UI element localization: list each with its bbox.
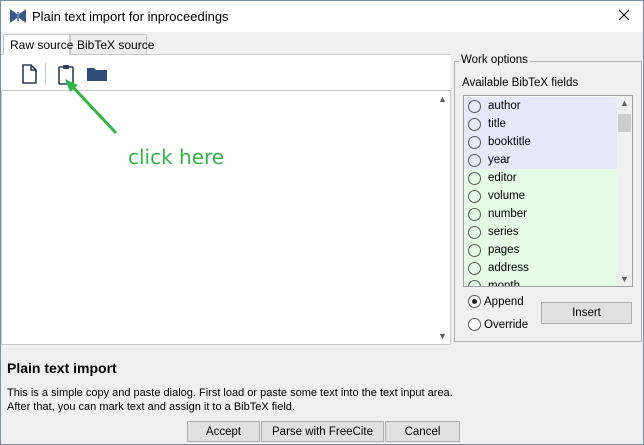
field-item-volume[interactable]: volume <box>464 187 617 205</box>
field-radio-icon[interactable] <box>468 99 481 113</box>
field-radio-icon[interactable] <box>468 261 481 275</box>
cancel-button[interactable]: Cancel <box>385 421 460 442</box>
field-label: volume <box>488 190 526 202</box>
jabref-logo-icon <box>9 8 27 24</box>
scroll-down-icon[interactable]: ▼ <box>438 331 447 341</box>
scroll-up-icon[interactable]: ▲ <box>620 98 629 108</box>
field-item-year[interactable]: year <box>464 151 617 169</box>
field-radio-icon[interactable] <box>468 225 481 239</box>
field-item-editor[interactable]: editor <box>464 169 617 187</box>
close-icon[interactable] <box>611 4 637 26</box>
field-radio-icon[interactable] <box>468 117 481 131</box>
tab-raw-source[interactable]: Raw source <box>3 34 73 55</box>
field-label: pages <box>488 244 520 256</box>
field-item-author[interactable]: author <box>464 97 617 115</box>
override-radio-icon[interactable] <box>468 318 481 331</box>
field-label: editor <box>488 172 517 184</box>
text-vertical-scrollbar[interactable]: ▲ ▼ <box>435 91 450 344</box>
help-line: This is a simple copy and paste dialog. … <box>7 387 453 399</box>
accept-button[interactable]: Accept <box>187 421 260 442</box>
work-options-legend: Work options <box>459 54 530 66</box>
field-item-booktitle[interactable]: booktitle <box>464 133 617 151</box>
field-label: author <box>488 100 521 112</box>
dialog-window: Plain text import for inproceedings Raw … <box>0 0 644 445</box>
field-item-title[interactable]: title <box>464 115 617 133</box>
window-title: Plain text import for inproceedings <box>32 9 229 24</box>
field-radio-icon[interactable] <box>468 189 481 203</box>
help-line: After that, you can mark text and assign… <box>7 401 295 413</box>
tab-bibtex-source[interactable]: BibTeX source <box>70 34 154 54</box>
field-radio-icon[interactable] <box>468 135 481 149</box>
new-document-icon[interactable] <box>18 62 40 86</box>
field-item-month[interactable]: month <box>464 277 617 287</box>
parse-freecite-button[interactable]: Parse with FreeCite <box>261 421 384 442</box>
field-item-number[interactable]: number <box>464 205 617 223</box>
field-item-series[interactable]: series <box>464 223 617 241</box>
field-label: address <box>488 262 529 274</box>
toolbar-separator <box>45 63 46 85</box>
field-label: number <box>488 208 527 220</box>
available-fields-label: Available BibTeX fields <box>462 77 579 89</box>
field-label: month <box>488 280 520 287</box>
work-options-group: Work options Available BibTeX fields aut… <box>454 54 642 342</box>
bibtex-field-list: author title booktitle year editor volume numb… <box>463 95 633 287</box>
field-radio-icon[interactable] <box>468 243 481 257</box>
field-item-address[interactable]: address <box>464 259 617 277</box>
annotation-arrow-icon <box>65 79 118 135</box>
field-label: year <box>488 154 511 166</box>
insert-button[interactable]: Insert <box>541 302 632 324</box>
annotation-label: click here <box>128 145 225 169</box>
scroll-down-icon[interactable]: ▼ <box>620 274 629 284</box>
help-text: This is a simple copy and paste dialog. … <box>7 386 607 414</box>
field-list-scrollbar[interactable]: ▲ ▼ <box>617 96 632 286</box>
field-label: booktitle <box>488 136 531 148</box>
override-label: Override <box>484 318 529 331</box>
override-radio[interactable]: Override <box>468 318 528 331</box>
append-radio[interactable]: Append <box>468 295 524 308</box>
field-radio-icon[interactable] <box>468 153 481 167</box>
field-radio-icon[interactable] <box>468 207 481 221</box>
field-item-pages[interactable]: pages <box>464 241 617 259</box>
help-title: Plain text import <box>7 360 117 376</box>
field-label: series <box>488 226 519 238</box>
raw-source-panel: ▲ ▼ click here <box>1 54 451 345</box>
title-bar: Plain text import for inproceedings <box>1 1 643 32</box>
append-label: Append <box>484 295 524 308</box>
field-label: title <box>488 118 506 130</box>
scroll-thumb[interactable] <box>618 114 631 132</box>
append-radio-icon[interactable] <box>468 295 481 308</box>
field-radio-icon[interactable] <box>468 171 481 185</box>
field-radio-icon[interactable] <box>468 279 481 286</box>
scroll-up-icon[interactable]: ▲ <box>438 94 447 104</box>
